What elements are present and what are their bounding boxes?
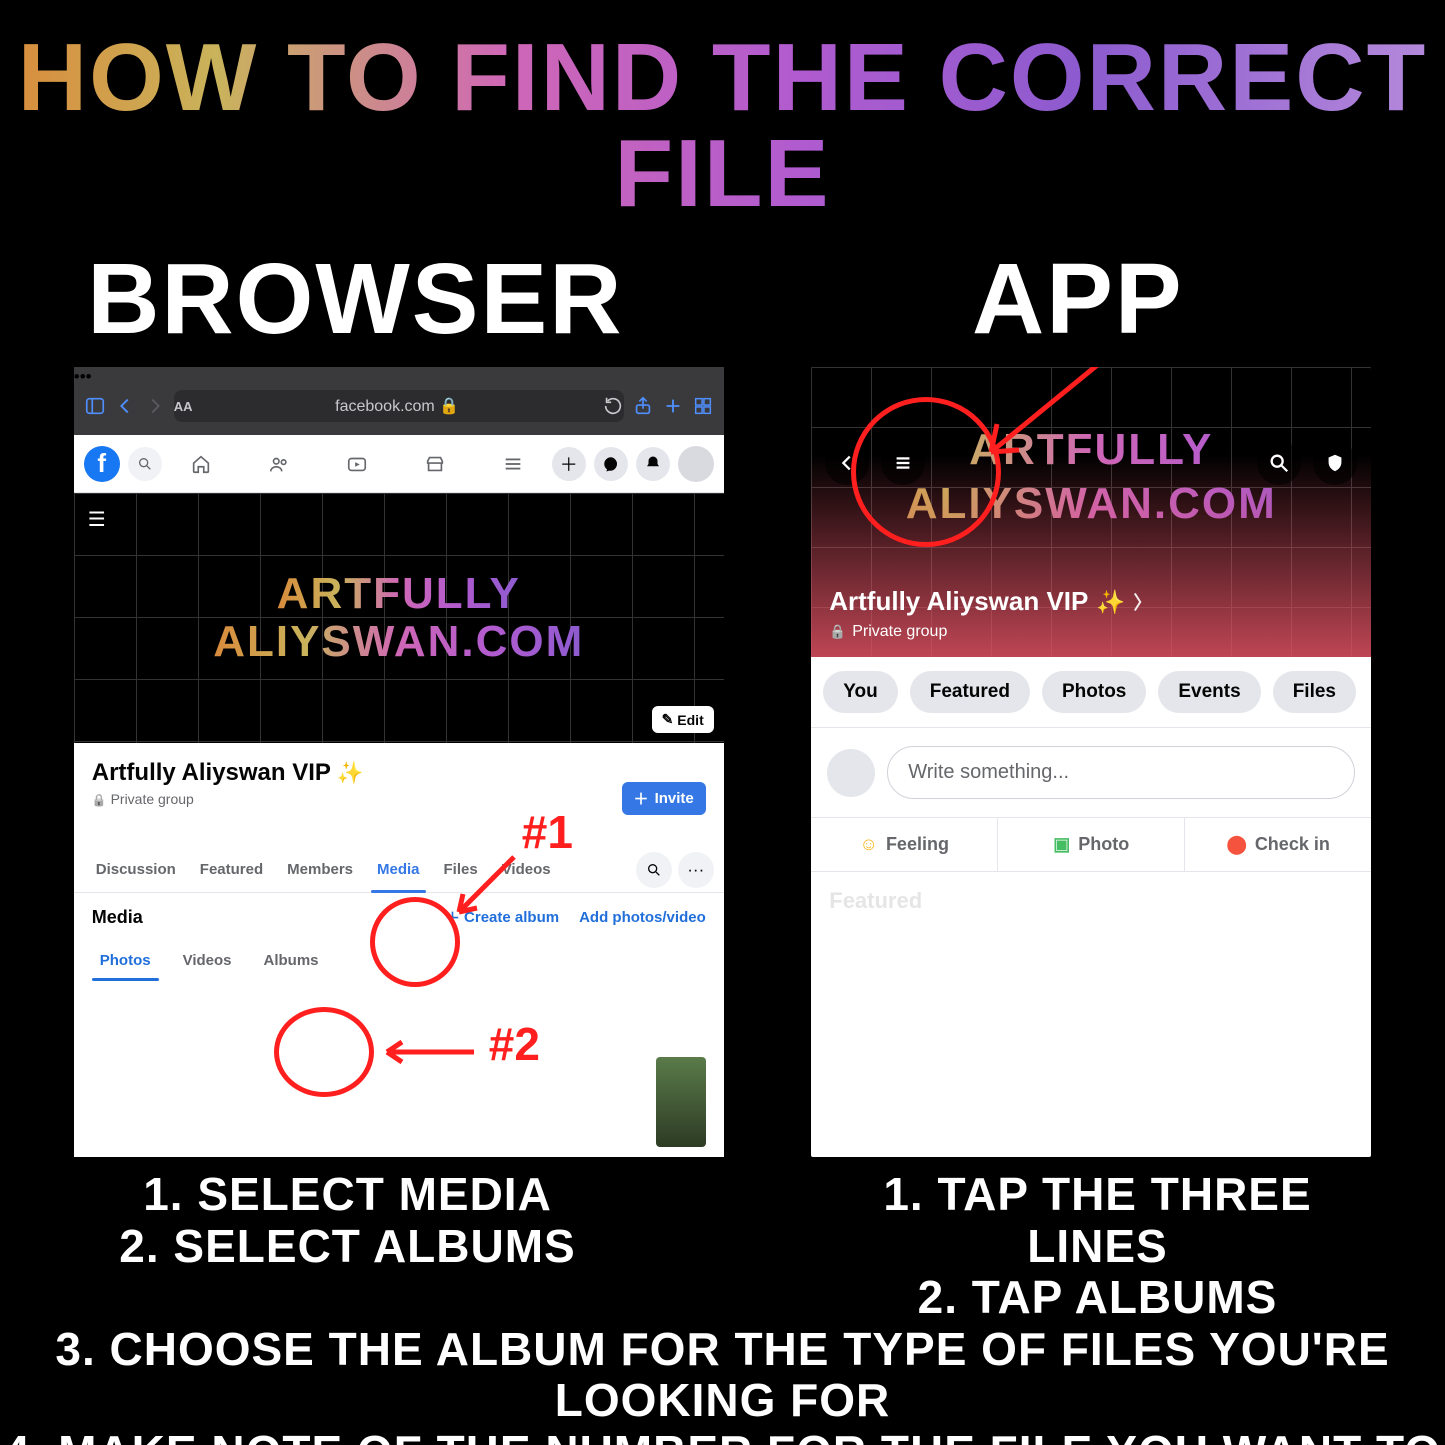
app-group-privacy: Private group <box>829 623 1353 641</box>
cover-text-line1: ARTFULLY <box>277 570 521 618</box>
media-section: Media ＋Create album Add photos/video Pho… <box>74 893 724 993</box>
chevron-right-icon: 〉 <box>1133 589 1151 615</box>
action-feeling[interactable]: ☺Feeling <box>811 818 998 871</box>
search-button[interactable] <box>128 447 162 481</box>
facebook-header: f ＋ <box>74 435 724 493</box>
group-title: Artfully Aliyswan VIP <box>92 759 706 787</box>
home-icon[interactable] <box>190 453 212 475</box>
app-screenshot: ARTFULLY ALIYSWAN.COM Artfully Aliyswan … <box>811 367 1371 1157</box>
tab-media[interactable]: Media <box>365 847 432 892</box>
add-photos-link[interactable]: Add photos/video <box>579 907 706 928</box>
lock-icon <box>829 623 846 641</box>
search-tabs-button[interactable] <box>636 852 672 888</box>
cover-menu-icon[interactable]: ☰ <box>88 507 106 532</box>
app-chips: You Featured Photos Events Files <box>811 657 1371 728</box>
tab-discussion[interactable]: Discussion <box>84 847 188 892</box>
share-icon[interactable] <box>632 395 654 417</box>
app-cover: ARTFULLY ALIYSWAN.COM Artfully Aliyswan … <box>811 367 1371 657</box>
marketplace-icon[interactable] <box>424 453 446 475</box>
back-icon[interactable] <box>114 395 136 417</box>
group-tabs: Discussion Featured Members Media Files … <box>74 847 724 893</box>
tab-files[interactable]: Files <box>432 847 490 892</box>
app-search-button[interactable] <box>1257 441 1301 485</box>
profile-avatar[interactable] <box>678 446 714 482</box>
sparkle-icon <box>337 759 364 787</box>
media-heading: Media <box>92 907 143 928</box>
app-back-button[interactable] <box>825 441 869 485</box>
instruction-shared-3: 3. CHOOSE THE ALBUM FOR THE TYPE OF FILE… <box>0 1324 1445 1427</box>
subtab-photos[interactable]: Photos <box>92 942 159 979</box>
menu-icon[interactable] <box>502 453 524 475</box>
photo-thumbnail[interactable] <box>656 1057 706 1147</box>
messenger-button[interactable] <box>594 447 628 481</box>
invite-button[interactable]: ＋ Invite <box>622 782 706 815</box>
compose-avatar[interactable] <box>827 749 875 797</box>
instruction-browser-2: 2. SELECT ALBUMS <box>68 1221 628 1273</box>
pencil-icon: ✎ <box>662 711 674 728</box>
edit-cover-label: Edit <box>677 712 703 728</box>
sidebar-icon[interactable] <box>84 395 106 417</box>
chip-events[interactable]: Events <box>1158 671 1260 713</box>
compose-actions: ☺Feeling ▣Photo ⬤Check in <box>811 817 1371 872</box>
notifications-button[interactable] <box>636 447 670 481</box>
chip-featured[interactable]: Featured <box>910 671 1030 713</box>
compose-input[interactable]: Write something... <box>887 746 1355 799</box>
app-cover-line2: ALIYSWAN.COM <box>811 479 1371 529</box>
invite-label: Invite <box>655 790 694 807</box>
new-tab-icon[interactable] <box>662 395 684 417</box>
group-header: Artfully Aliyswan VIP Private group ＋ In… <box>74 743 724 815</box>
instruction-app-1: 1. TAP THE THREE LINES <box>818 1169 1378 1272</box>
subtab-albums[interactable]: Albums <box>256 942 327 979</box>
chip-photos[interactable]: Photos <box>1042 671 1146 713</box>
subtab-videos[interactable]: Videos <box>175 942 240 979</box>
photo-icon: ▣ <box>1053 834 1070 855</box>
chip-files[interactable]: Files <box>1273 671 1356 713</box>
annotation-circle-2 <box>274 1007 374 1097</box>
sparkle-icon <box>1096 586 1125 617</box>
lock-icon <box>92 791 107 807</box>
group-cover: ☰ ARTFULLY ALIYSWAN.COM ✎ Edit <box>74 493 724 743</box>
compose-row: Write something... <box>811 728 1371 817</box>
smile-icon: ☺ <box>860 834 878 855</box>
tab-featured[interactable]: Featured <box>188 847 275 892</box>
groups-icon[interactable] <box>268 453 290 475</box>
tab-members[interactable]: Members <box>275 847 365 892</box>
column-heading-app: APP <box>798 242 1358 357</box>
instruction-browser-1: 1. SELECT MEDIA <box>68 1169 628 1221</box>
facebook-logo[interactable]: f <box>84 446 120 482</box>
lock-icon: 🔒 <box>439 398 459 415</box>
app-shield-button[interactable] <box>1313 441 1357 485</box>
forward-icon <box>144 395 166 417</box>
browser-screenshot: ••• AA facebook.com 🔒 f <box>74 367 724 1157</box>
action-photo[interactable]: ▣Photo <box>998 818 1185 871</box>
page-title: HOW TO FIND THE CORRECT FILE <box>0 30 1445 222</box>
edit-cover-button[interactable]: ✎ Edit <box>652 706 714 733</box>
group-privacy: Private group <box>92 791 706 807</box>
watch-icon[interactable] <box>346 453 368 475</box>
chip-you[interactable]: You <box>823 671 897 713</box>
app-group-title[interactable]: Artfully Aliyswan VIP 〉 <box>829 586 1353 617</box>
annotation-label-2: #2 <box>489 1017 540 1071</box>
action-checkin[interactable]: ⬤Check in <box>1185 818 1371 871</box>
plus-icon: ＋ <box>634 788 649 809</box>
pin-icon: ⬤ <box>1227 834 1247 855</box>
featured-section-label: Featured <box>811 872 1371 930</box>
tab-videos[interactable]: Videos <box>490 847 563 892</box>
plus-icon: ＋ <box>445 907 460 928</box>
address-bar[interactable]: AA facebook.com 🔒 <box>174 390 624 422</box>
tabs-icon[interactable] <box>692 395 714 417</box>
reload-icon[interactable] <box>602 395 624 417</box>
more-tabs-button[interactable]: ··· <box>678 852 714 888</box>
column-heading-browser: BROWSER <box>87 242 623 357</box>
app-menu-button[interactable] <box>881 441 925 485</box>
instruction-shared-4: 4. MAKE NOTE OF THE NUMBER FOR THE FILE … <box>0 1427 1445 1445</box>
annotation-arrow-2 <box>379 1037 479 1067</box>
create-album-link[interactable]: ＋Create album <box>445 907 559 928</box>
text-size-control[interactable]: AA <box>174 399 193 414</box>
instruction-app-2: 2. TAP ALBUMS <box>818 1272 1378 1324</box>
cover-text-line2: ALIYSWAN.COM <box>213 618 584 666</box>
create-button[interactable]: ＋ <box>552 447 586 481</box>
url-text: facebook.com 🔒 <box>199 396 596 416</box>
